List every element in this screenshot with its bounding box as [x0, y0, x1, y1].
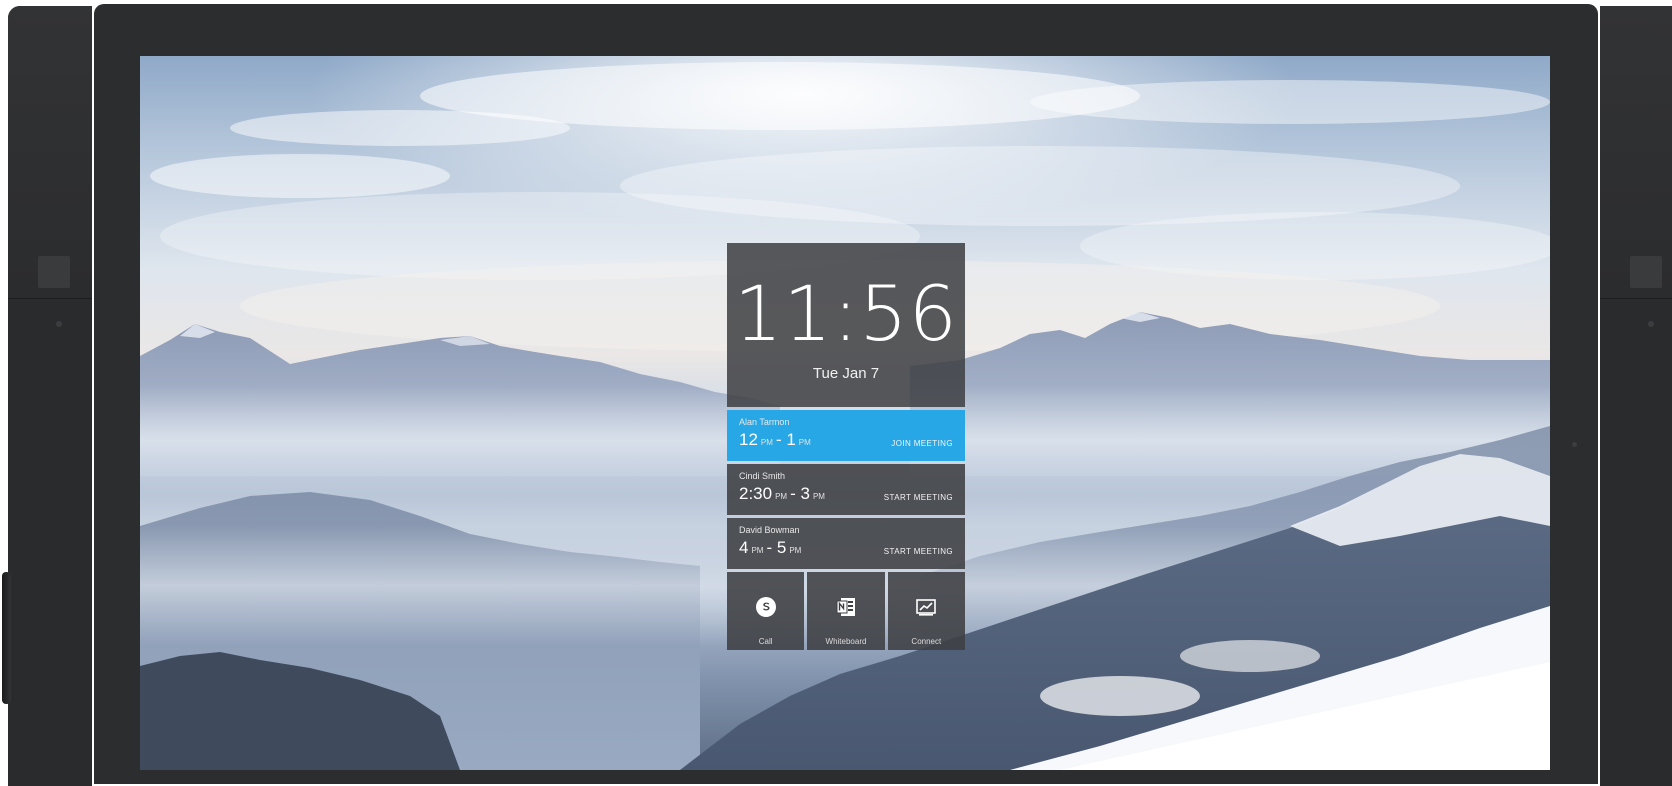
app-tiles: Call Whiteboard Connect — [727, 572, 965, 650]
start-meeting-button[interactable]: START MEETING — [884, 493, 953, 502]
meeting-organizer: David Bowman — [739, 525, 800, 535]
meeting-end-period: PM — [798, 438, 811, 447]
meeting-end: 5 — [776, 538, 787, 557]
meeting-separator: - — [790, 484, 796, 503]
whiteboard-label: Whiteboard — [825, 637, 867, 646]
meeting-separator: - — [775, 430, 782, 449]
meeting-organizer: Alan Tarmon — [739, 417, 790, 427]
call-label: Call — [758, 637, 773, 646]
clock-card: 11:56 Tue Jan 7 — [727, 243, 965, 407]
meeting-end-period: PM — [812, 492, 825, 501]
meeting-start: 2:30 — [739, 484, 773, 503]
connect-label: Connect — [911, 637, 942, 646]
meeting-start-period: PM — [760, 438, 773, 447]
connect-icon — [915, 596, 937, 618]
meeting-start: 4 — [739, 538, 749, 557]
left-speaker-upper — [8, 6, 92, 299]
right-speaker-panel — [1600, 6, 1672, 786]
meeting-separator: - — [766, 538, 773, 557]
meeting-time: 2:30 PM - 3 PM — [739, 484, 828, 504]
join-meeting-button[interactable]: JOIN MEETING — [891, 439, 953, 448]
clock-date: Tue Jan 7 — [812, 365, 880, 382]
meeting-time: 12 PM - 1 PM — [739, 430, 814, 450]
onenote-icon — [835, 596, 857, 618]
right-speaker-upper — [1600, 6, 1672, 299]
meeting-end: 3 — [800, 484, 810, 503]
left-speaker-grille — [38, 256, 70, 288]
clock-time: 11:56 — [733, 269, 959, 358]
meeting-start-period: PM — [751, 546, 764, 555]
meeting-organizer: Cindi Smith — [739, 471, 786, 481]
lock-panel: 11:56 Tue Jan 7 Alan Tarmon 12 PM - 1 PM JO… — [727, 243, 965, 650]
meeting-end-period: PM — [789, 546, 802, 555]
connect-tile[interactable]: Connect — [887, 572, 965, 650]
left-sensor — [56, 321, 62, 327]
lock-screen: 11:56 Tue Jan 7 Alan Tarmon 12 PM - 1 PM JO… — [140, 56, 1550, 770]
meeting-card-2[interactable]: Cindi Smith 2:30 PM - 3 PM START MEETING — [727, 464, 965, 515]
meeting-time: 4 PM - 5 PM — [739, 538, 804, 558]
whiteboard-tile[interactable]: Whiteboard — [807, 572, 885, 650]
right-sensor — [1648, 321, 1654, 327]
left-speaker-panel — [8, 6, 92, 786]
skype-icon — [755, 596, 777, 618]
meeting-start: 12 — [739, 430, 758, 449]
call-tile[interactable]: Call — [727, 572, 805, 650]
stylus-pen — [2, 572, 11, 704]
meeting-card-3[interactable]: David Bowman 4 PM - 5 PM START MEETING — [727, 518, 965, 569]
camera-sensor — [1572, 442, 1577, 447]
start-meeting-button[interactable]: START MEETING — [884, 547, 953, 556]
meeting-end: 1 — [786, 430, 796, 449]
meeting-card-1[interactable]: Alan Tarmon 12 PM - 1 PM JOIN MEETING — [727, 410, 965, 461]
meeting-start-period: PM — [775, 492, 788, 501]
right-speaker-grille — [1630, 256, 1662, 288]
